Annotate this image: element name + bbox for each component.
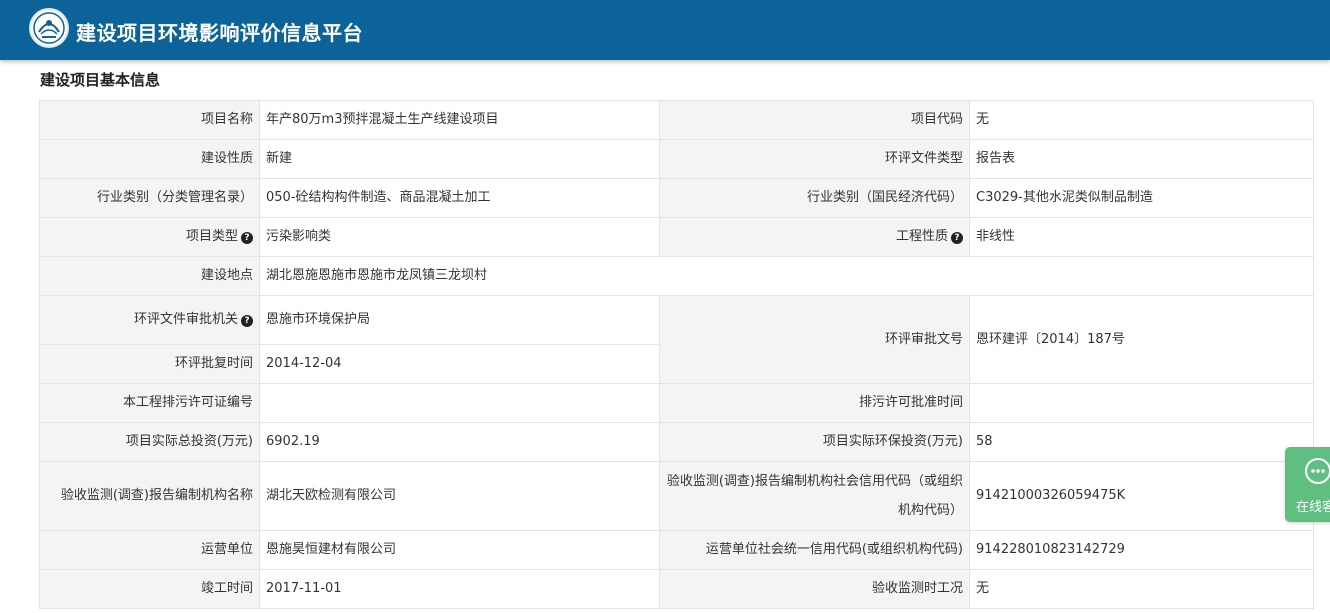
table-row: 运营单位 恩施昊恒建材有限公司 运营单位社会统一信用代码(或组织机构代码) 91… (39, 530, 1314, 570)
mee-emblem-icon[interactable] (29, 8, 69, 48)
field-value: 恩施市环境保护局 (259, 295, 660, 345)
online-service-button[interactable]: 在线客服 (1285, 447, 1330, 522)
field-value: 污染影响类 (259, 217, 660, 257)
field-label: 验收监测时工况 (659, 569, 970, 609)
field-value: 新建 (259, 139, 660, 179)
field-value: 恩施昊恒建材有限公司 (259, 530, 660, 570)
field-value: 914228010823142729 (969, 530, 1314, 570)
question-circle-icon[interactable]: ? (241, 315, 253, 327)
field-value: 年产80万m3预拌混凝土生产线建设项目 (259, 100, 660, 140)
field-value: 2017-11-01 (259, 569, 660, 609)
project-type-label: 项目类型 (185, 229, 238, 244)
field-value: 恩环建评〔2014〕187号 (969, 295, 1314, 384)
field-label: 运营单位社会统一信用代码(或组织机构代码) (659, 530, 970, 570)
field-value: 湖北恩施恩施市恩施市龙凤镇三龙坝村 (259, 256, 1314, 296)
table-row: 竣工时间 2017-11-01 验收监测时工况 无 (39, 569, 1314, 609)
online-service-label: 在线客服 (1296, 500, 1330, 515)
field-label: 验收监测(调查)报告编制机构社会信用代码（或组织机构代码） (659, 461, 970, 531)
field-value: 报告表 (969, 139, 1314, 179)
section-title: 建设项目基本信息 (40, 71, 161, 89)
field-value: 58 (969, 422, 1314, 462)
app-title: 建设项目环境影响评价信息平台 (76, 21, 363, 45)
field-value: 2014-12-04 (259, 344, 660, 384)
field-label: 项目实际总投资(万元) (39, 422, 260, 462)
field-label: 运营单位 (39, 530, 260, 570)
field-label: 竣工时间 (39, 569, 260, 609)
app-header: 建设项目环境影响评价信息平台 (0, 0, 1330, 60)
field-value: 湖北天欧检测有限公司 (259, 461, 660, 531)
field-label: 环评文件审批机关? (39, 295, 260, 345)
field-label: 建设性质 (39, 139, 260, 179)
field-label: 环评文件类型 (659, 139, 970, 179)
field-value: 无 (969, 100, 1314, 140)
table-row: 项目实际总投资(万元) 6902.19 项目实际环保投资(万元) 58 (39, 422, 1314, 462)
project-info-table: 项目名称 年产80万m3预拌混凝土生产线建设项目 项目代码 无 建设性质 新建 … (39, 100, 1314, 609)
table-row: 验收监测(调查)报告编制机构名称 湖北天欧检测有限公司 验收监测(调查)报告编制… (39, 461, 1314, 531)
question-circle-icon[interactable]: ? (241, 232, 253, 244)
table-row: 建设地点 湖北恩施恩施市恩施市龙凤镇三龙坝村 (39, 256, 1314, 296)
table-row: 建设性质 新建 环评文件类型 报告表 (39, 139, 1314, 179)
field-value: 6902.19 (259, 422, 660, 462)
chat-bubble-icon (1305, 458, 1330, 484)
field-value (969, 383, 1314, 423)
table-row: 项目名称 年产80万m3预拌混凝土生产线建设项目 项目代码 无 (39, 100, 1314, 140)
field-value: 050-砼结构构件制造、商品混凝土加工 (259, 178, 660, 218)
field-value (259, 383, 660, 423)
approval-authority-label: 环评文件审批机关 (133, 312, 238, 327)
field-label: 工程性质? (659, 217, 970, 257)
field-label: 行业类别（分类管理名录） (39, 178, 260, 218)
table-row: 环评文件审批机关? 恩施市环境保护局 环评审批文号 恩环建评〔2014〕187号 (39, 295, 1314, 384)
table-row: 本工程排污许可证编号 排污许可批准时间 (39, 383, 1314, 423)
engineering-nature-label: 工程性质 (895, 229, 948, 244)
field-label: 项目类型? (39, 217, 260, 257)
field-value: 91421000326059475K (969, 461, 1314, 531)
field-label: 环评批复时间 (39, 344, 260, 384)
question-circle-icon[interactable]: ? (951, 232, 963, 244)
field-label: 排污许可批准时间 (659, 383, 970, 423)
field-label: 建设地点 (39, 256, 260, 296)
field-value: 非线性 (969, 217, 1314, 257)
table-row: 行业类别（分类管理名录） 050-砼结构构件制造、商品混凝土加工 行业类别（国民… (39, 178, 1314, 218)
field-label: 环评审批文号 (659, 295, 970, 384)
field-value: C3029-其他水泥类似制品制造 (969, 178, 1314, 218)
field-label: 验收监测(调查)报告编制机构名称 (39, 461, 260, 531)
field-value: 无 (969, 569, 1314, 609)
table-row: 项目类型? 污染影响类 工程性质? 非线性 (39, 217, 1314, 257)
field-label: 项目实际环保投资(万元) (659, 422, 970, 462)
field-label: 项目名称 (39, 100, 260, 140)
field-label: 本工程排污许可证编号 (39, 383, 260, 423)
field-label: 项目代码 (659, 100, 970, 140)
field-label: 行业类别（国民经济代码） (659, 178, 970, 218)
